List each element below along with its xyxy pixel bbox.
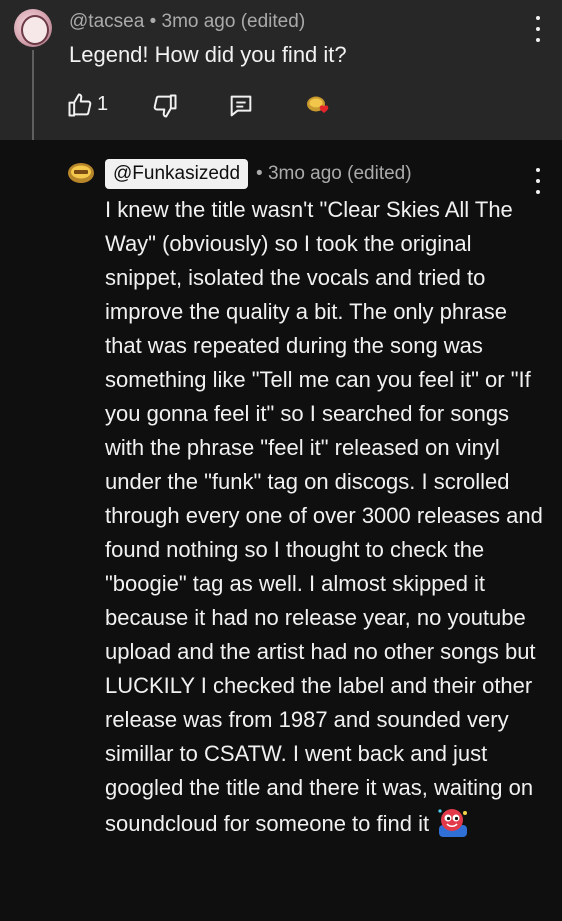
more-vert-icon[interactable]	[535, 168, 541, 194]
thumbs-up-icon[interactable]	[66, 91, 94, 119]
comment-actions: 1	[66, 91, 366, 121]
meta-separator: •	[256, 163, 263, 184]
reply-text-block: I knew the title wasn't "Clear Skies All…	[105, 193, 545, 841]
comment-meta: @tacsea • 3mo ago (edited)	[69, 11, 305, 33]
funk-logo-avatar-icon[interactable]	[66, 160, 96, 186]
avatar[interactable]	[14, 9, 52, 47]
thumbs-down-icon[interactable]	[151, 92, 179, 120]
creator-heart-icon	[307, 96, 329, 113]
more-vert-icon[interactable]	[535, 16, 541, 42]
reply-text: I knew the title wasn't "Clear Skies All…	[105, 197, 543, 836]
comment-time[interactable]: 3mo ago (edited)	[162, 11, 306, 32]
reply-meta: • 3mo ago (edited)	[256, 163, 412, 185]
party-emoji-icon	[438, 809, 468, 837]
avatar-face-icon	[21, 15, 49, 45]
reply-author-chip[interactable]: @Funkasizedd	[105, 159, 249, 189]
comment-author[interactable]: @tacsea	[69, 11, 144, 32]
reply-icon[interactable]	[227, 92, 255, 120]
comment-text: Legend! How did you find it?	[69, 42, 347, 67]
like-count: 1	[97, 93, 109, 115]
meta-separator: •	[149, 11, 157, 32]
reply-time[interactable]: 3mo ago (edited)	[268, 163, 412, 184]
top-comment: @tacsea • 3mo ago (edited) Legend! How d…	[0, 0, 562, 140]
